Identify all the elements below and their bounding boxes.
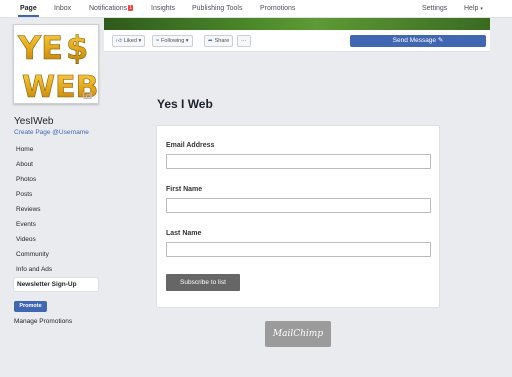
first-name-label: First Name <box>166 186 203 193</box>
liked-button[interactable]: 👍︎ Liked ▾ <box>112 35 146 47</box>
following-label: Following <box>161 38 185 44</box>
subscribe-button[interactable]: Subscribe to list <box>166 274 240 291</box>
more-options-button[interactable]: ··· <box>237 35 251 47</box>
nav-item-events[interactable]: Events <box>13 217 99 232</box>
tab-page[interactable]: Page <box>18 5 39 17</box>
last-name-field[interactable] <box>166 242 431 257</box>
page-action-bar: 👍︎ Liked ▾ ≈ Following ▾ ➦ Share ··· Send M… <box>104 30 490 52</box>
share-arrow-icon: ➦ <box>208 38 213 44</box>
tab-inbox[interactable]: Inbox <box>54 5 71 12</box>
nav-item-photos[interactable]: Photos <box>13 172 99 187</box>
share-label: Share <box>214 38 230 44</box>
nav-item-videos[interactable]: Videos <box>13 232 99 247</box>
page-title: Yes I Web <box>157 97 213 111</box>
tab-insights[interactable]: Insights <box>151 5 175 12</box>
caret-down-icon: ▾ <box>480 6 483 12</box>
pencil-icon: ✎ <box>437 37 444 44</box>
cover-photo <box>104 18 490 30</box>
manage-promotions-link[interactable]: Manage Promotions <box>14 318 72 325</box>
create-username-link[interactable]: Create Page @Username <box>14 129 89 136</box>
settings-link[interactable]: Settings <box>422 5 447 12</box>
following-button[interactable]: ≈ Following ▾ <box>152 35 193 47</box>
send-message-button[interactable]: Send Message ✎ <box>350 35 486 47</box>
nav-item-posts[interactable]: Posts <box>13 187 99 202</box>
nav-item-info-and-ads[interactable]: Info and Ads <box>13 262 99 277</box>
nav-item-reviews[interactable]: Reviews <box>13 202 99 217</box>
camera-icon[interactable] <box>83 92 92 99</box>
left-column: YE $ WEB YesIWeb Create Page @Username H… <box>0 18 104 377</box>
tab-publishing-tools[interactable]: Publishing Tools <box>192 5 242 12</box>
nav-item-newsletter-signup[interactable]: Newsletter Sign-Up <box>13 277 99 292</box>
email-label: Email Address <box>166 142 215 149</box>
tab-notifications-label: Notifications <box>89 5 128 12</box>
right-gutter <box>490 18 512 377</box>
promote-button[interactable]: Promote <box>14 301 47 312</box>
notification-count-badge: 1 <box>128 5 133 11</box>
page-nav: Home About Photos Posts Reviews Events V… <box>13 142 99 292</box>
send-message-label: Send Message <box>392 37 437 44</box>
nav-item-community[interactable]: Community <box>13 247 99 262</box>
help-label: Help <box>464 5 479 12</box>
tab-promotions[interactable]: Promotions <box>260 5 295 12</box>
email-field[interactable] <box>166 154 431 169</box>
nav-item-about[interactable]: About <box>13 157 99 172</box>
main-content: 👍︎ Liked ▾ ≈ Following ▾ ➦ Share ··· Send M… <box>104 18 490 377</box>
share-button[interactable]: ➦ Share <box>204 35 234 47</box>
page-admin-bar: Page Inbox Notifications 1 Insights Publi… <box>0 0 512 18</box>
caret-down-icon: ▾ <box>138 38 142 44</box>
svg-text:YE: YE <box>17 29 63 67</box>
caret-down-icon: ▾ <box>185 38 189 44</box>
liked-label: Liked <box>123 38 137 44</box>
help-menu[interactable]: Help ▾ <box>464 5 483 12</box>
profile-picture[interactable]: YE $ WEB <box>13 24 99 104</box>
tab-notifications[interactable]: Notifications 1 <box>89 5 133 12</box>
nav-item-home[interactable]: Home <box>13 142 99 157</box>
thumbs-up-icon: 👍︎ <box>116 38 122 44</box>
first-name-field[interactable] <box>166 198 431 213</box>
rss-icon: ≈ <box>156 38 160 44</box>
svg-text:$: $ <box>66 29 88 67</box>
last-name-label: Last Name <box>166 230 202 237</box>
signup-form: Email Address First Name Last Name Subsc… <box>156 125 440 308</box>
page-name[interactable]: YesIWeb <box>14 116 53 127</box>
mailchimp-badge[interactable]: MailChimp <box>265 321 331 347</box>
